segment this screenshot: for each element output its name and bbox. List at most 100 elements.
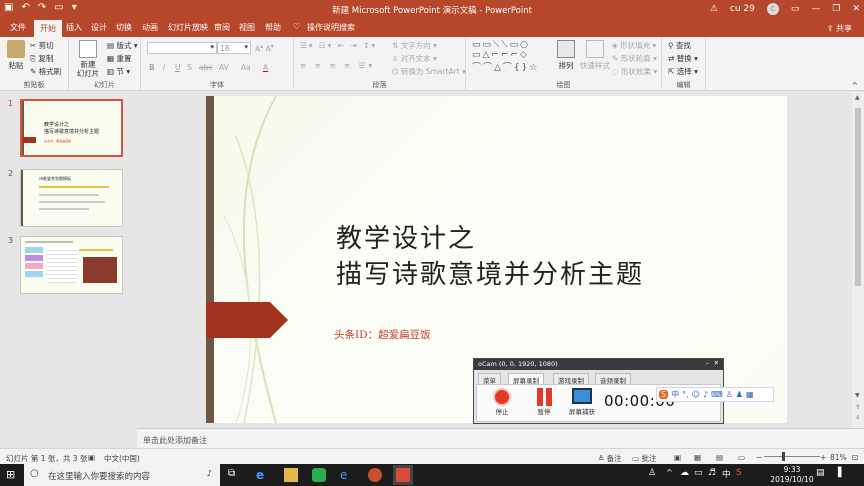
layout-button[interactable]: ▤ 版式 ▾ — [107, 40, 138, 51]
char-spacing-button[interactable]: AV — [219, 63, 229, 72]
reset-button[interactable]: ▦ 重置 — [107, 53, 131, 64]
copy-button[interactable]: ⎘ 复制 — [30, 53, 53, 64]
wechat-icon[interactable] — [312, 468, 326, 482]
find-button[interactable]: ⚲ 查找 — [668, 40, 691, 51]
restore-icon[interactable]: ❐ — [832, 4, 840, 14]
align-buttons[interactable]: ≡ ≡ ≡ ≡ ☰▾ — [300, 61, 375, 70]
prev-slide-icon[interactable]: ⇑ — [855, 404, 860, 411]
emoji-icon[interactable]: ☺ — [692, 390, 700, 399]
shape-fill-button[interactable]: ◈ 形状填充 ▾ — [612, 40, 656, 51]
ime-lang-toggle[interactable]: 中 — [671, 389, 679, 400]
smartart-button[interactable]: ⌬ 转换为 SmartArt ▾ — [392, 66, 466, 77]
font-color-button[interactable]: A — [263, 63, 268, 72]
slideshow-view-icon[interactable]: ▭ — [738, 453, 745, 462]
sogou-tray-icon[interactable]: S — [736, 468, 750, 482]
tab-help[interactable]: 帮助 — [265, 22, 281, 33]
skin-icon[interactable]: ♟ — [736, 390, 743, 399]
ime-toolbar[interactable]: S 中 °, ☺ ♪ ⌨ ♙ ♟ ▦ — [656, 387, 774, 402]
close-icon[interactable]: ✕ — [852, 4, 860, 14]
network-icon[interactable]: ▭ — [694, 468, 708, 482]
tab-insert[interactable]: 插入 — [66, 22, 82, 33]
mic-icon[interactable]: ♪ — [207, 469, 212, 479]
new-slide-button[interactable]: 新建 幻灯片 — [75, 40, 101, 78]
font-family-combo[interactable]: ▾ — [147, 42, 217, 54]
people-icon[interactable]: ♙ — [648, 468, 662, 482]
underline-button[interactable]: U — [175, 63, 181, 72]
taskbar-search[interactable]: ○ 在这里输入你要搜索的内容 ♪ — [24, 464, 220, 486]
powerpoint-icon[interactable] — [368, 468, 382, 482]
scroll-down-icon[interactable]: ▼ — [855, 392, 860, 399]
tab-animations[interactable]: 动画 — [142, 22, 158, 33]
punctuation-icon[interactable]: °, — [682, 390, 689, 399]
slide-thumbnail-3[interactable] — [20, 236, 123, 294]
paste-button[interactable]: 粘贴 — [4, 40, 28, 71]
mic-icon[interactable]: ♪ — [703, 390, 708, 399]
normal-view-icon[interactable]: ▣ — [674, 453, 681, 462]
screen-capture-button[interactable]: 屏幕捕获 — [567, 388, 597, 416]
ocam-tab-menu[interactable]: 菜单 — [478, 373, 501, 385]
cut-button[interactable]: ✂ 剪切 — [30, 40, 54, 51]
comments-toggle[interactable]: ▭ 批注 — [632, 453, 656, 464]
font-size-combo[interactable]: 18 ▾ — [217, 42, 251, 54]
tab-view[interactable]: 视图 — [239, 22, 255, 33]
onedrive-icon[interactable]: ☁ — [680, 468, 694, 482]
format-painter-button[interactable]: ✎ 格式刷 — [30, 66, 61, 77]
scroll-up-icon[interactable]: ▲ — [855, 94, 860, 101]
file-explorer-icon[interactable] — [284, 468, 298, 482]
tab-design[interactable]: 设计 — [91, 22, 107, 33]
notes-toggle[interactable]: ≙ 备注 — [598, 453, 622, 464]
slide-title-line-2[interactable]: 描写诗歌意境并分析主题 — [336, 254, 644, 291]
show-hidden-icon[interactable]: ^ — [666, 468, 680, 482]
zoom-out-icon[interactable]: − — [756, 453, 762, 462]
slide-sorter-icon[interactable]: ▦ — [694, 453, 701, 462]
reading-view-icon[interactable]: ▤ — [716, 453, 723, 462]
share-button[interactable]: ⇪ 共享 — [827, 23, 852, 34]
ie-icon[interactable]: e — [340, 468, 354, 482]
keyboard-icon[interactable]: ⌨ — [711, 390, 723, 399]
windows-start-icon[interactable]: ⊞ — [6, 468, 20, 482]
volume-icon[interactable]: ♬ — [708, 468, 722, 482]
tab-slideshow[interactable]: 幻灯片放映 — [168, 22, 208, 33]
text-direction-button[interactable]: ⇅ 文字方向 ▾ — [392, 40, 437, 51]
change-case-button[interactable]: Aa — [241, 63, 251, 72]
clock[interactable]: 9:33 2019/10/10 — [770, 465, 814, 485]
shape-effects-button[interactable]: ◌ 形状效果 ▾ — [612, 66, 657, 77]
strikethrough-button[interactable]: abc — [199, 63, 212, 72]
slide-thumbnail-1[interactable]: 教学设计之 描写诗歌意境并分析主题 头条ID：超爱扁豆饭 — [20, 99, 123, 157]
tab-transitions[interactable]: 切换 — [116, 22, 132, 33]
ocam-tab-screen-record[interactable]: 屏幕录制 — [508, 373, 544, 385]
show-desktop-icon[interactable]: ▌ — [838, 468, 852, 482]
ocam-tab-audio-record[interactable]: 音频录制 — [595, 373, 631, 385]
fit-window-icon[interactable]: ⊡ — [852, 453, 858, 462]
list-buttons[interactable]: ☰▾ ☷▾ ⇤ ⇥ ↕▾ — [300, 41, 377, 50]
user-icon[interactable]: ♙ — [726, 390, 733, 399]
replace-button[interactable]: ⇄ 替换 ▾ — [668, 53, 698, 64]
quick-styles-button[interactable]: 快速样式 — [580, 40, 610, 71]
avatar[interactable]: C — [766, 3, 779, 15]
shapes-gallery[interactable]: ▭▭⟍⟍▭○ ▭△⌐⌐⌐◇ ⌒⌒△⌒{}☆ — [472, 40, 539, 73]
input-method-indicator[interactable]: 中 — [722, 468, 736, 482]
user-name[interactable]: cu 29 — [730, 4, 755, 14]
tab-file[interactable]: 文件 — [10, 22, 26, 33]
task-view-icon[interactable]: ⧉ — [228, 468, 242, 482]
minimize-icon[interactable]: — — [811, 4, 820, 14]
slide-thumbnail-2[interactable]: 诗歌鉴赏答题模板 — [20, 169, 123, 227]
ocam-close-icon[interactable]: ✕ — [714, 359, 719, 367]
ocam-taskbar-icon[interactable] — [393, 465, 413, 485]
slide-subtitle[interactable]: 头条ID：超爱扁豆饭 — [334, 327, 431, 342]
ribbon-display-icon[interactable]: ▭ — [791, 4, 800, 14]
tell-me-search[interactable]: 操作说明搜索 — [307, 22, 355, 33]
select-button[interactable]: ⇱ 选择 ▾ — [668, 66, 698, 77]
shadow-button[interactable]: S — [187, 63, 192, 72]
arrange-button[interactable]: 排列 — [554, 40, 578, 71]
ocam-tab-game-record[interactable]: 游戏录制 — [553, 373, 589, 385]
zoom-in-icon[interactable]: + — [820, 453, 826, 462]
shape-outline-button[interactable]: ✎ 形状轮廓 ▾ — [612, 53, 657, 64]
notification-icon[interactable]: ▤ — [816, 468, 830, 482]
align-text-button[interactable]: ⇳ 对齐文本 ▾ — [392, 53, 437, 64]
notes-pane[interactable]: 单击此处添加备注 — [137, 428, 864, 448]
spellcheck-icon[interactable]: ▣ — [88, 453, 95, 462]
vertical-scrollbar[interactable]: ▲ ▼ ⇑ ⇓ — [852, 92, 864, 428]
grow-font-button[interactable]: A▴ A▾ — [255, 43, 274, 54]
language-status[interactable]: 中文(中国) — [104, 453, 140, 464]
